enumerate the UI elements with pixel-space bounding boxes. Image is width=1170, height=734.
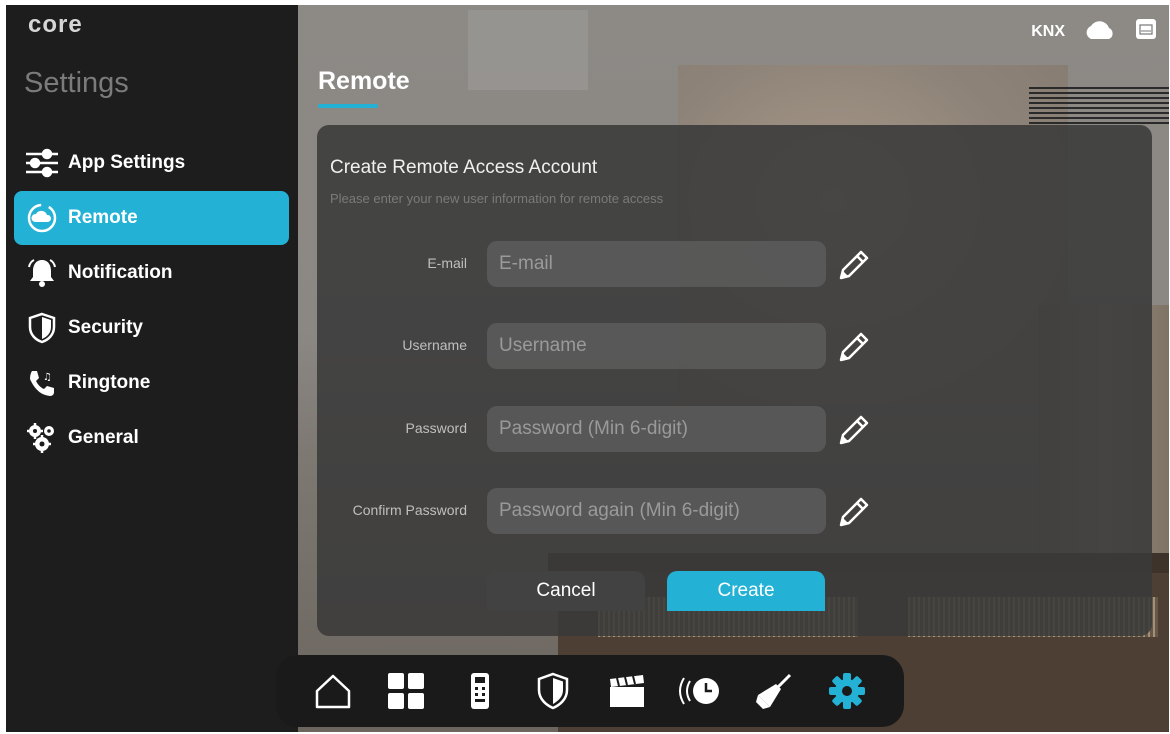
sidebar: core Settings App Settings Remote Notifi… (6, 5, 298, 732)
username-label: Username (402, 337, 467, 353)
grid-icon[interactable] (384, 669, 428, 713)
confirm-password-field[interactable] (487, 488, 826, 534)
svg-text:♫: ♫ (43, 372, 52, 383)
shield-icon (24, 310, 60, 346)
email-label: E-mail (427, 255, 467, 271)
pencil-icon[interactable] (835, 247, 871, 283)
password-field[interactable] (487, 406, 826, 452)
cancel-button[interactable]: Cancel (487, 571, 645, 611)
username-field[interactable] (487, 323, 826, 369)
app-frame: core Settings App Settings Remote Notifi… (6, 5, 1169, 732)
sidebar-title: Settings (24, 67, 129, 99)
bell-icon (24, 255, 60, 291)
clapperboard-icon[interactable] (605, 669, 649, 713)
sidebar-item-label: App Settings (68, 152, 186, 173)
sidebar-item-security[interactable]: Security (14, 301, 289, 355)
protocol-label: KNX (1031, 22, 1065, 40)
home-icon[interactable] (311, 669, 355, 713)
confirm-password-row: Confirm Password (317, 488, 1152, 534)
logo: core (28, 11, 83, 38)
gears-icon (24, 420, 60, 456)
email-row: E-mail (317, 241, 1152, 287)
email-field[interactable] (487, 241, 826, 287)
cloud-icon[interactable] (1083, 18, 1117, 45)
dialog-subtitle: Please enter your new user information f… (330, 191, 664, 206)
password-label: Password (405, 420, 467, 436)
cloud-sync-icon (24, 200, 60, 236)
sidebar-item-label: Notification (68, 262, 173, 283)
shield-icon[interactable] (531, 669, 575, 713)
create-button[interactable]: Create (667, 571, 825, 611)
sidebar-item-general[interactable]: General (14, 411, 289, 465)
gear-icon[interactable] (825, 669, 869, 713)
sidebar-item-ringtone[interactable]: ♫ Ringtone (14, 356, 289, 410)
pencil-icon[interactable] (835, 329, 871, 365)
pencil-icon[interactable] (835, 412, 871, 448)
schedule-icon[interactable] (678, 669, 722, 713)
tab-underline (318, 104, 378, 108)
sidebar-item-remote[interactable]: Remote (14, 191, 289, 245)
settings-menu: App Settings Remote Notification Securit… (14, 136, 289, 466)
sidebar-item-notification[interactable]: Notification (14, 246, 289, 300)
pencil-icon[interactable] (835, 494, 871, 530)
sidebar-item-app-settings[interactable]: App Settings (14, 136, 289, 190)
router-icon[interactable] (1135, 18, 1157, 45)
remote-account-dialog: Create Remote Access Account Please ente… (317, 125, 1152, 636)
sidebar-item-label: Ringtone (68, 372, 151, 393)
phone-music-icon: ♫ (24, 365, 60, 401)
intercom-icon[interactable] (458, 669, 502, 713)
sidebar-item-label: General (68, 427, 139, 448)
sliders-icon (24, 145, 60, 181)
password-row: Password (317, 406, 1152, 452)
sidebar-item-label: Security (68, 317, 143, 338)
status-bar: KNX (1031, 18, 1157, 45)
confirm-password-label: Confirm Password (352, 502, 467, 518)
page-title: Remote (318, 67, 410, 95)
sidebar-item-label: Remote (68, 207, 138, 228)
username-row: Username (317, 323, 1152, 369)
dialog-title: Create Remote Access Account (330, 157, 598, 178)
bottom-dock (276, 655, 904, 727)
broom-icon[interactable] (752, 669, 796, 713)
